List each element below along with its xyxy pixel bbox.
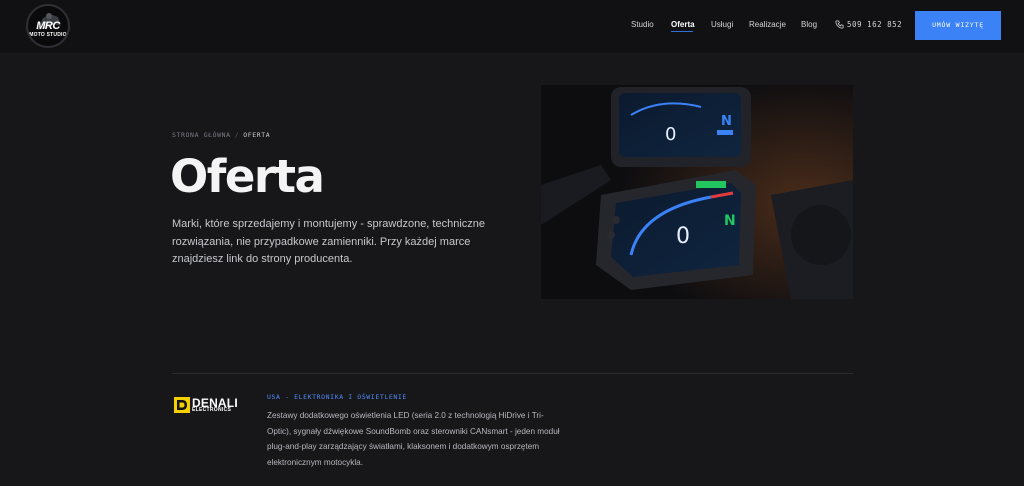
svg-text:0: 0: [665, 124, 676, 145]
breadcrumb-home-link[interactable]: STRONA GŁÓWNA: [172, 131, 231, 139]
logo-text-mrc: MRC: [36, 20, 60, 32]
breadcrumb-current: OFERTA: [243, 131, 271, 139]
nav-item-blog[interactable]: Blog: [801, 20, 817, 34]
nav-item-realizacje[interactable]: Realizacje: [749, 20, 786, 34]
book-visit-button[interactable]: UMÓW WIZYTĘ: [915, 11, 1001, 40]
motorcycle-dashboard-image: 0 N 0 N: [541, 85, 853, 299]
brand-logo-subtext: ELECTRONICS: [192, 407, 232, 413]
nav-item-studio[interactable]: Studio: [631, 20, 654, 34]
denali-electronics-logo[interactable]: DENALI ELECTRONICS: [174, 396, 249, 414]
top-navigation-bar: MRC MOTO STUDIO Studio Oferta Usługi Rea…: [0, 0, 1024, 53]
phone-number-link[interactable]: 509 162 852: [847, 20, 902, 29]
page-title: Oferta: [170, 150, 325, 203]
svg-text:N: N: [724, 213, 736, 229]
page-intro-text: Marki, które sprzedajemy i montujemy - s…: [172, 218, 486, 265]
denali-mark-icon: [174, 397, 190, 413]
svg-text:N: N: [721, 114, 732, 129]
phone-icon[interactable]: [835, 20, 844, 29]
svg-text:0: 0: [676, 224, 690, 249]
section-divider: [172, 373, 853, 374]
breadcrumb-separator: /: [234, 131, 240, 139]
brand-category: USA - ELEKTRONIKA I OŚWIETLENIE: [267, 393, 407, 401]
brand-description: Zestawy dodatkowego oświetlenia LED (ser…: [267, 411, 560, 467]
logo-text-moto-studio: MOTO STUDIO: [29, 32, 67, 38]
mrc-moto-studio-logo[interactable]: MRC MOTO STUDIO: [26, 4, 70, 48]
breadcrumb: STRONA GŁÓWNA / OFERTA: [172, 131, 270, 139]
active-nav-indicator: [671, 31, 693, 32]
nav-item-uslugi[interactable]: Usługi: [711, 20, 733, 34]
